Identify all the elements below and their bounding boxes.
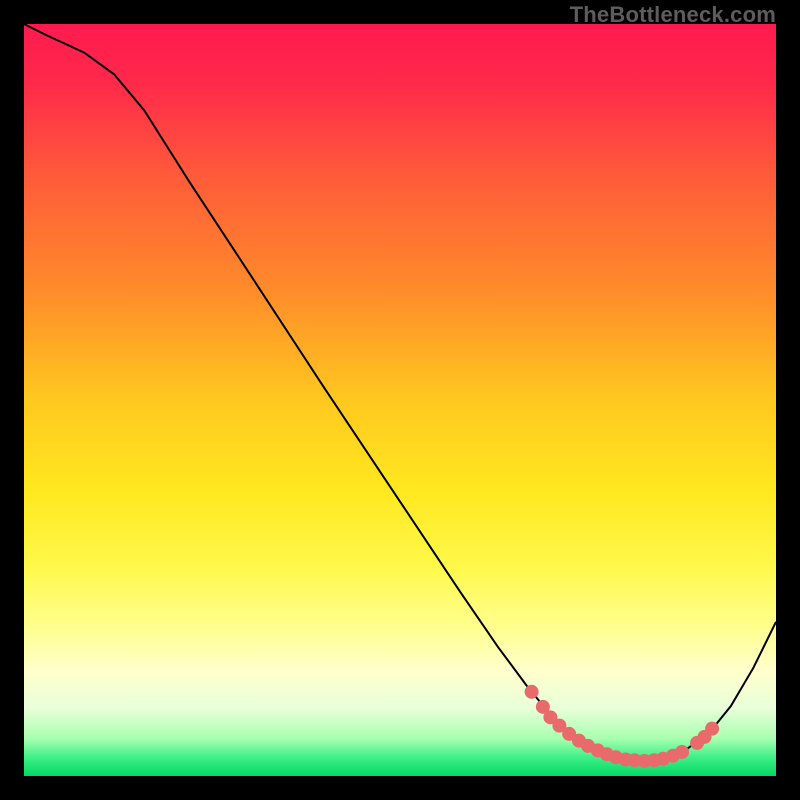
gradient-background — [24, 24, 776, 776]
plot-area — [24, 24, 776, 776]
marker-dot — [525, 685, 539, 699]
chart-frame: TheBottleneck.com — [0, 0, 800, 800]
chart-svg — [24, 24, 776, 776]
marker-dot — [675, 745, 689, 759]
marker-dot — [705, 722, 719, 736]
